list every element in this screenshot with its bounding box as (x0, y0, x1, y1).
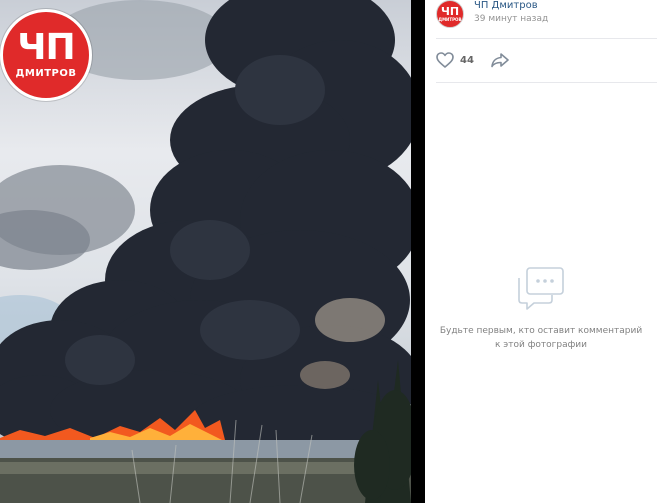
post-timestamp[interactable]: 39 минут назад (474, 14, 548, 24)
actions-divider (436, 82, 657, 83)
author-avatar[interactable]: ЧП ДМИТРОВ (436, 0, 464, 28)
logo-title: ЧП (17, 27, 75, 68)
post-photo[interactable]: ЧП ДМИТРОВ (0, 0, 411, 503)
share-arrow-icon (491, 53, 509, 68)
like-button[interactable]: 44 (436, 50, 474, 70)
comment-bubble-icon (518, 267, 564, 310)
author-link[interactable]: ЧП Дмитров (474, 0, 538, 11)
post-header: ЧП ДМИТРОВ ЧП Дмитров 39 минут назад (436, 0, 656, 32)
logo-subtitle: ДМИТРОВ (15, 68, 77, 79)
avatar-subtitle: ДМИТРОВ (438, 17, 462, 22)
share-button[interactable] (490, 50, 510, 70)
header-divider (436, 38, 657, 39)
empty-comments-text: Будьте первым, кто оставит комментарий к… (439, 326, 643, 350)
post-side-panel: ЧП ДМИТРОВ ЧП Дмитров 39 минут назад 44 (425, 0, 657, 503)
post-actions: 44 (436, 50, 656, 70)
avatar-title: ЧП (440, 5, 460, 18)
chp-dmitrov-logo-badge: ЧП ДМИТРОВ (0, 9, 92, 101)
viewer-divider (411, 0, 425, 503)
heart-icon (436, 52, 454, 68)
empty-comments: Будьте первым, кто оставит комментарий к… (425, 266, 657, 352)
photo-viewer: ЧП ДМИТРОВ ЧП ДМИТРОВ ЧП Дмитров 39 мину… (0, 0, 657, 503)
like-count: 44 (460, 54, 474, 66)
